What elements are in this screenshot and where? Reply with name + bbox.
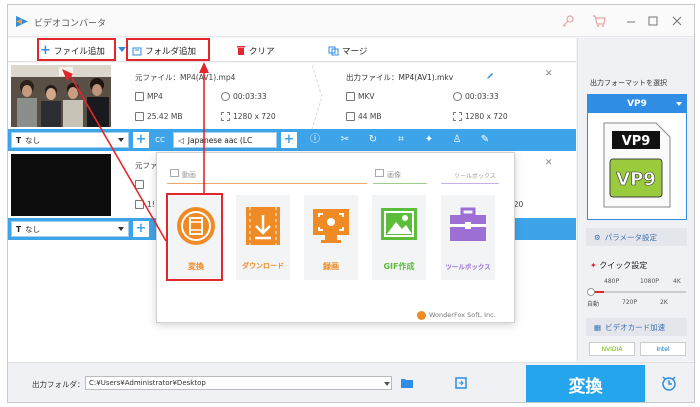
folder-dropdown-icon[interactable] [384, 382, 390, 386]
quality-slider[interactable] [590, 291, 686, 293]
app-window: ビデオコンバータ + ファイル追加 フォルダ追加 クリア マージ 元ファイル：M… [7, 4, 695, 403]
gpu-icon: ▦ [594, 322, 602, 332]
sliders-icon: ⚙ [594, 232, 601, 242]
parameter-settings-button[interactable]: ⚙ パラメータ設定 [586, 228, 687, 246]
quality-slider-handle[interactable] [587, 288, 595, 296]
output-folder-input[interactable]: C:¥Users¥Administrator¥Desktop [85, 376, 392, 390]
quick-settings-icon: ✦ [590, 261, 597, 270]
vp9-format-icon: VP9 VP9 [603, 122, 671, 208]
svg-text:VP9: VP9 [622, 134, 651, 149]
svg-text:VP9: VP9 [616, 169, 656, 190]
format-heading: 出力フォーマットを選択 [590, 79, 667, 87]
bottom-bar: 出力フォルダ： C:¥Users¥Administrator¥Desktop 変… [8, 362, 694, 402]
quick-settings-label: ✦ クイック設定 [590, 261, 648, 270]
format-dropdown-icon [676, 102, 682, 106]
convert-button[interactable]: 変換 [526, 365, 645, 402]
alarm-clock-icon[interactable] [660, 374, 678, 392]
intel-badge[interactable]: Intel [640, 342, 686, 356]
output-folder-label: 出力フォルダ： [32, 380, 85, 389]
gpu-accel-button[interactable]: ▦ ビデオカード加速 [586, 318, 687, 336]
format-selector[interactable]: VP9 VP9 VP9 [587, 94, 687, 220]
output-panel: 出力フォーマットを選択 VP9 VP9 VP9 ⚙ パラメータ設定 ✦ クイック設… [577, 38, 694, 361]
browse-folder-icon[interactable] [400, 377, 414, 389]
open-folder-icon[interactable] [454, 376, 468, 390]
format-name: VP9 [588, 95, 686, 113]
nvidia-badge[interactable]: NVIDIA [589, 342, 635, 356]
